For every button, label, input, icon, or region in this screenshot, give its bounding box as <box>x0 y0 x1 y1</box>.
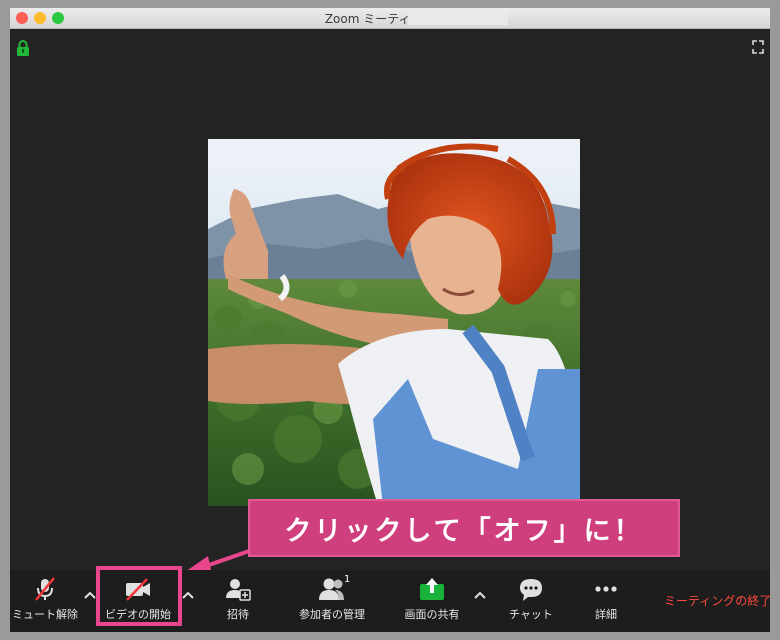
share-screen-button[interactable]: 画面の共有 <box>396 576 468 622</box>
share-screen-icon <box>420 578 444 600</box>
zoom-window: Zoom ミーティング ID: クリックして「オフ」に！ ミュート解除 ビデオの… <box>10 8 770 632</box>
participant-count: 1 <box>344 574 351 585</box>
invite-label: 招待 <box>227 608 249 621</box>
fullscreen-icon[interactable] <box>752 40 764 54</box>
invite-button[interactable]: 招待 <box>214 576 262 622</box>
end-meeting-button[interactable]: ミーティングの終了 <box>664 592 770 609</box>
participant-video-photo <box>208 139 580 506</box>
chevron-up-icon[interactable] <box>84 590 96 600</box>
chat-label: チャット <box>509 608 553 621</box>
manage-participants-label: 参加者の管理 <box>299 608 365 621</box>
participants-icon <box>319 578 344 600</box>
more-icon <box>595 586 617 592</box>
more-button[interactable]: 詳細 <box>588 576 624 622</box>
instruction-callout: クリックして「オフ」に！ <box>248 499 680 557</box>
unmute-button[interactable]: ミュート解除 <box>10 576 80 622</box>
chat-button[interactable]: チャット <box>502 576 560 622</box>
share-screen-label: 画面の共有 <box>404 608 460 621</box>
manage-participants-button[interactable]: 1 参加者の管理 <box>292 574 372 622</box>
meeting-id-redaction <box>408 11 508 25</box>
lock-icon[interactable] <box>16 40 30 56</box>
more-label: 詳細 <box>595 608 617 621</box>
invite-icon <box>226 579 251 601</box>
microphone-muted-icon <box>35 577 55 601</box>
chat-icon <box>520 579 542 601</box>
chevron-up-icon[interactable] <box>182 590 194 600</box>
chevron-up-icon[interactable] <box>474 590 486 600</box>
window-title: Zoom ミーティング ID: <box>324 12 456 26</box>
title-bar: Zoom ミーティング ID: <box>10 8 770 29</box>
video-button-highlight <box>96 566 182 626</box>
unmute-label: ミュート解除 <box>12 608 78 621</box>
